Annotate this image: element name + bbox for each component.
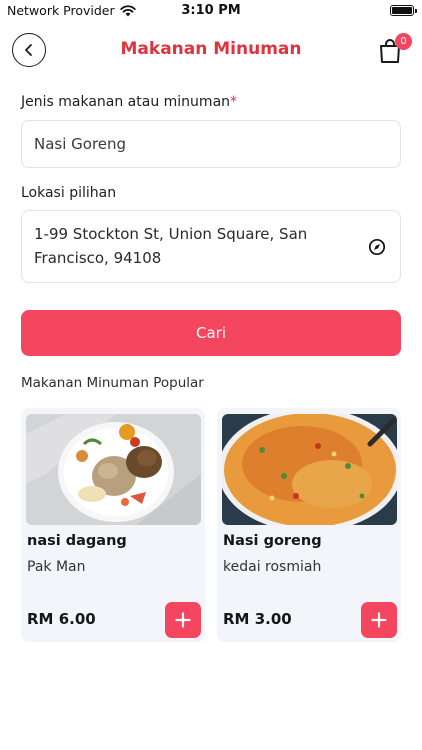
food-type-label-text: Jenis makanan atau minuman bbox=[21, 94, 231, 110]
food-type-input[interactable] bbox=[22, 121, 400, 167]
header: Makanan Minuman 0 bbox=[0, 30, 422, 72]
food-card[interactable]: Nasi goreng kedai rosmiah RM 3.00 bbox=[217, 408, 401, 642]
cart-button[interactable]: 0 bbox=[378, 33, 412, 64]
price: RM 6.00 bbox=[27, 610, 96, 628]
add-to-cart-button[interactable] bbox=[361, 602, 397, 638]
required-mark: * bbox=[230, 94, 238, 110]
location-label: Lokasi pilihan bbox=[21, 185, 117, 201]
price: RM 3.00 bbox=[223, 610, 292, 628]
vendor-name: Pak Man bbox=[27, 559, 86, 575]
vendor-name: kedai rosmiah bbox=[223, 559, 322, 575]
food-name: nasi dagang bbox=[27, 533, 127, 549]
battery-icon bbox=[390, 5, 417, 16]
food-type-field bbox=[21, 120, 401, 168]
search-button[interactable]: Cari bbox=[21, 310, 401, 356]
food-card[interactable]: nasi dagang Pak Man RM 6.00 bbox=[21, 408, 205, 642]
cart-count-badge: 0 bbox=[395, 33, 412, 50]
plus-icon bbox=[371, 612, 387, 628]
page-title: Makanan Minuman bbox=[120, 39, 302, 59]
add-to-cart-button[interactable] bbox=[165, 602, 201, 638]
status-bar: Network Provider 3:10 PM bbox=[0, 0, 422, 22]
popular-section-title: Makanan Minuman Popular bbox=[21, 375, 204, 391]
compass-icon[interactable] bbox=[368, 238, 386, 256]
food-name: Nasi goreng bbox=[223, 533, 322, 549]
food-image-nasi-goreng bbox=[222, 414, 397, 525]
location-value: 1-99 Stockton St, Union Square, San Fran… bbox=[34, 225, 308, 267]
plus-icon bbox=[175, 612, 191, 628]
food-image-nasi-dagang bbox=[26, 414, 201, 525]
location-field[interactable]: 1-99 Stockton St, Union Square, San Fran… bbox=[21, 210, 401, 283]
food-type-label: Jenis makanan atau minuman* bbox=[21, 94, 237, 110]
clock: 3:10 PM bbox=[181, 3, 241, 18]
